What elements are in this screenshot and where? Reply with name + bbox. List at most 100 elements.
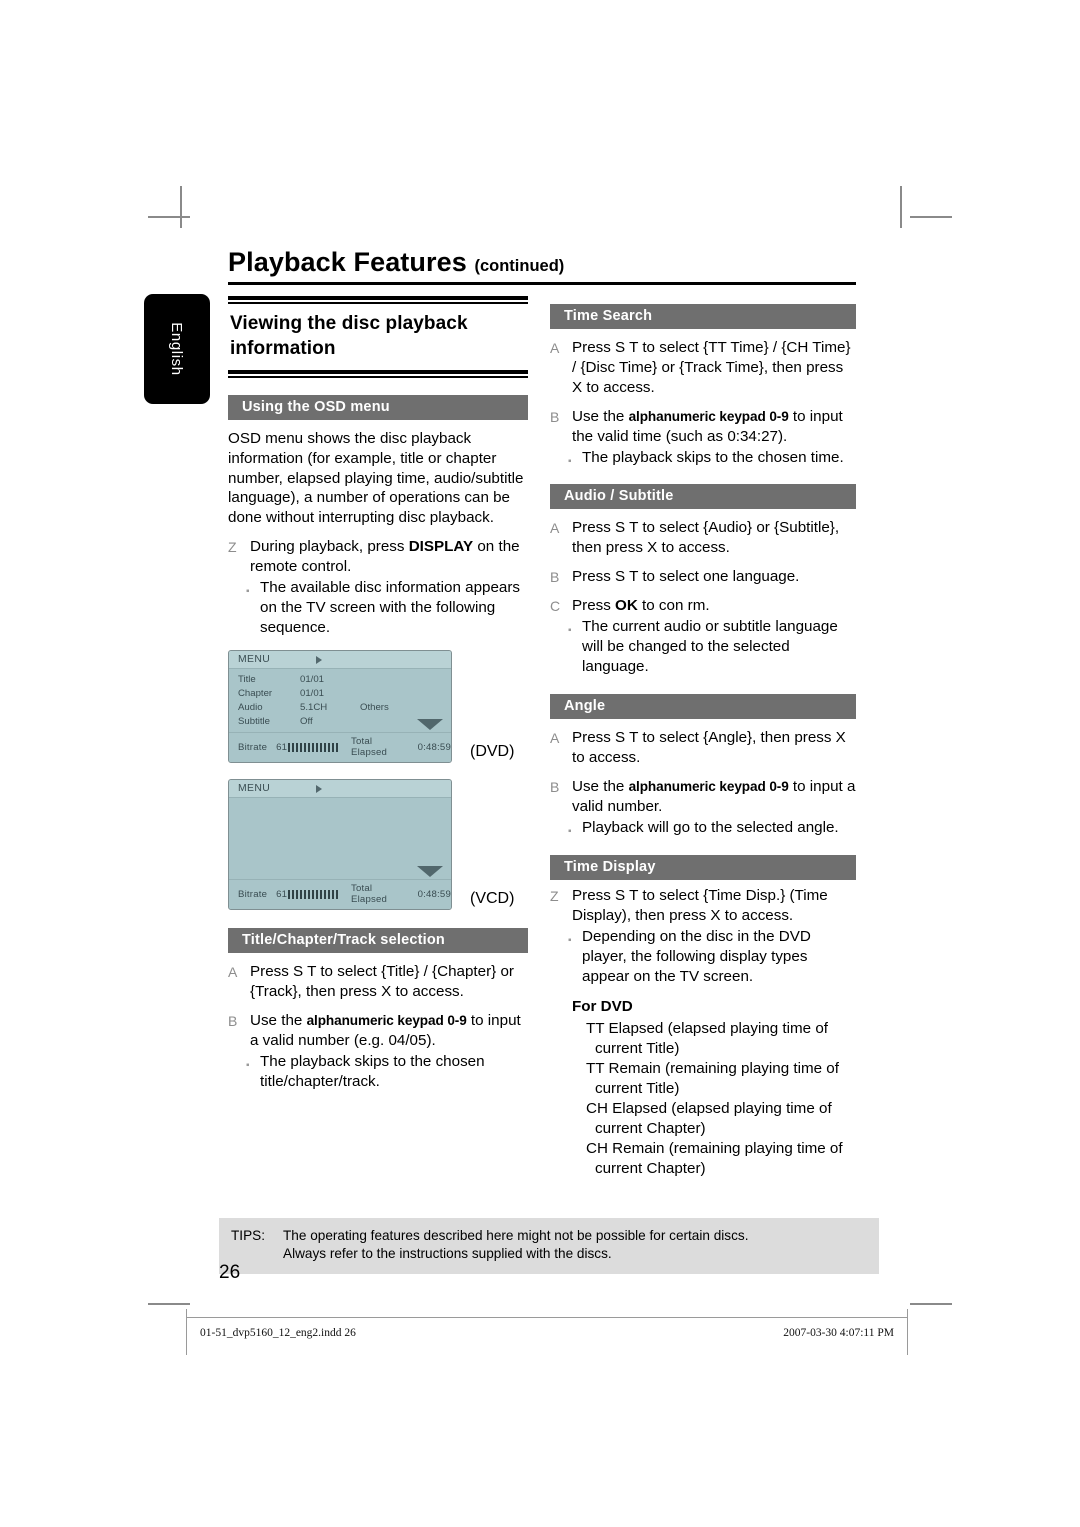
osd-caption-dvd: (DVD) (470, 743, 515, 761)
osd-row-value2: Others (360, 701, 389, 713)
osd-row-value: 01/01 (300, 687, 325, 699)
step-text: Press S T to select {Title} / {Chapter} … (250, 963, 514, 1001)
osd-rows-vcd (229, 798, 451, 879)
key-display: alphanumeric keypad 0-9 (306, 1013, 467, 1029)
bitrate-label: Bitrate (238, 888, 268, 900)
subsection-bar-title-chapter-track: Title/Chapter/Track selection (228, 928, 528, 954)
step-text: Press S T to select {Time Disp.} (Time D… (572, 887, 828, 925)
elapsed-label: Total Elapsed (350, 736, 388, 759)
page-title-main: Playback Features (228, 247, 467, 277)
osd-caption-vcd: (VCD) (470, 890, 515, 908)
angle-step-a: A Press S T to select {Angle}, then pres… (550, 728, 856, 768)
subsection-bar-angle: Angle (550, 693, 856, 719)
step-marker: C (550, 598, 561, 615)
bullet-icon: ▪ (568, 625, 572, 636)
elapsed-value: 0:48:59 (417, 741, 451, 753)
tips-label: TIPS: (231, 1228, 265, 1243)
elapsed-value: 0:48:59 (417, 888, 451, 900)
osd-rows-dvd: Title 01/01 Chapter 01/01 Audio 5.1CH Ot… (229, 669, 451, 732)
osd-menu-label: MENU (238, 654, 271, 666)
osd-screenshot-vcd: MENU Bitrate 61 Total Elapsed 0:48:59 (V… (228, 779, 528, 911)
tips-text: The operating features described here mi… (283, 1227, 867, 1263)
footer-rule-left (186, 1309, 187, 1355)
osd-intro-paragraph: OSD menu shows the disc playback informa… (228, 429, 524, 527)
page-number: 26 (219, 1262, 241, 1283)
osd-row-value: Off (300, 715, 313, 727)
print-footer: 01-51_dvp5160_12_eng2.indd 26 2007-03-30… (186, 1309, 908, 1355)
audio-subtitle-step-a: A Press S T to select {Audio} or {Subtit… (550, 518, 856, 558)
tips-line-2: Always refer to the instructions supplie… (283, 1245, 612, 1261)
osd-row: Chapter 01/01 (229, 686, 451, 700)
step-marker: Z (228, 539, 237, 556)
heading-rule-top-thick (228, 296, 528, 300)
play-icon (316, 655, 323, 664)
osd-header-vcd: MENU (229, 780, 451, 799)
osd-step-1: Z During playback, press DISPLAY on the … (228, 537, 528, 577)
osd-step-1-note: ▪ The available disc information appears… (228, 578, 528, 638)
step-text: Use the alphanumeric keypad 0-9 to input… (250, 1011, 528, 1051)
bitrate-label: Bitrate (238, 741, 268, 753)
osd-row-value: 01/01 (300, 673, 325, 685)
audio-subtitle-step-c: C Press OK to con rm. (550, 596, 856, 616)
osd-row-key: Title (238, 673, 256, 685)
step-text: Press OK to con rm. (572, 596, 856, 616)
bullet-icon: ▪ (568, 825, 572, 837)
subsection-bar-audio-subtitle: Audio / Subtitle (550, 484, 856, 510)
for-dvd-item: TT Remain (remaining playing time of cur… (586, 1059, 839, 1097)
language-tab-label: English (168, 322, 186, 376)
note-text: The playback skips to the chosen title/c… (260, 1053, 485, 1091)
step-text: Press S T to select {Angle}, then press … (572, 728, 846, 766)
angle-step-b: B Use the alphanumeric keypad 0-9 to inp… (550, 777, 856, 817)
step-text: Use the alphanumeric keypad 0-9 to input… (572, 407, 856, 447)
step-marker: B (228, 1013, 238, 1030)
bitrate-value: 61 (276, 741, 288, 753)
osd-header-dvd: MENU (229, 651, 451, 670)
title-chapter-note: ▪ The playback skips to the chosen title… (228, 1052, 528, 1092)
osd-footer-vcd: Bitrate 61 Total Elapsed 0:48:59 (229, 879, 451, 910)
audio-subtitle-note: ▪ The current audio or subtitle language… (550, 617, 856, 677)
bitrate-value: 61 (276, 888, 288, 900)
crop-mark-top-left-horizontal (148, 216, 190, 218)
step-text: Press S T to select {Audio} or {Subtitle… (572, 519, 840, 557)
elapsed-label: Total Elapsed (350, 883, 388, 906)
note-text: Depending on the disc in the DVD player,… (582, 928, 811, 985)
bitrate-bars-icon (288, 889, 339, 899)
time-display-note: ▪ Depending on the disc in the DVD playe… (550, 927, 856, 987)
osd-panel-vcd: MENU Bitrate 61 Total Elapsed 0:48:59 (228, 779, 452, 911)
osd-row: Title 01/01 (229, 672, 451, 686)
angle-note: ▪ Playback will go to the selected angle… (550, 818, 856, 838)
heading-rule-bottom-thin (228, 375, 528, 378)
osd-panel-dvd: MENU Title 01/01 Chapter 01/01 Audio 5.1… (228, 650, 452, 764)
key-display: alphanumeric keypad 0-9 (628, 408, 789, 424)
for-dvd-item: TT Elapsed (elapsed playing time of curr… (586, 1019, 829, 1057)
footer-rule-right (907, 1309, 908, 1355)
page-canvas: Playback Features (continued) English Vi… (0, 0, 1080, 1527)
heading-rule-bottom-thick (228, 369, 528, 374)
play-icon (316, 784, 323, 793)
title-chapter-step-a: A Press S T to select {Title} / {Chapter… (228, 962, 528, 1002)
osd-menu-label: MENU (238, 783, 271, 795)
time-display-step: Z Press S T to select {Time Disp.} (Time… (550, 886, 856, 926)
note-text: The playback skips to the chosen time. (582, 448, 844, 466)
bitrate-bars-icon (288, 742, 339, 752)
language-tab: English (144, 294, 210, 404)
note-text: The available disc information appears o… (260, 579, 521, 637)
time-search-step-b: B Use the alphanumeric keypad 0-9 to inp… (550, 407, 856, 447)
right-column: Time Search A Press S T to select {TT Ti… (550, 296, 856, 1179)
subsection-bar-time-display: Time Display (550, 855, 856, 881)
section-heading: Viewing the disc playback information (230, 313, 468, 360)
step-text-pre: Press (572, 597, 616, 615)
step-text-pre: Use the (572, 777, 629, 795)
chevron-down-icon (417, 866, 443, 878)
step-marker: B (550, 408, 560, 425)
key-display: DISPLAY (408, 538, 474, 556)
osd-footer-dvd: Bitrate 61 Total Elapsed 0:48:59 (229, 732, 451, 763)
step-marker: A (228, 964, 238, 981)
step-text: Use the alphanumeric keypad 0-9 to input… (572, 777, 856, 817)
bullet-icon: ▪ (246, 1060, 250, 1072)
osd-row-key: Audio (238, 701, 263, 713)
note-text: The current audio or subtitle language w… (582, 618, 838, 675)
page-title: Playback Features (continued) (228, 247, 856, 278)
osd-empty-body (229, 801, 451, 875)
step-marker: A (550, 729, 560, 746)
